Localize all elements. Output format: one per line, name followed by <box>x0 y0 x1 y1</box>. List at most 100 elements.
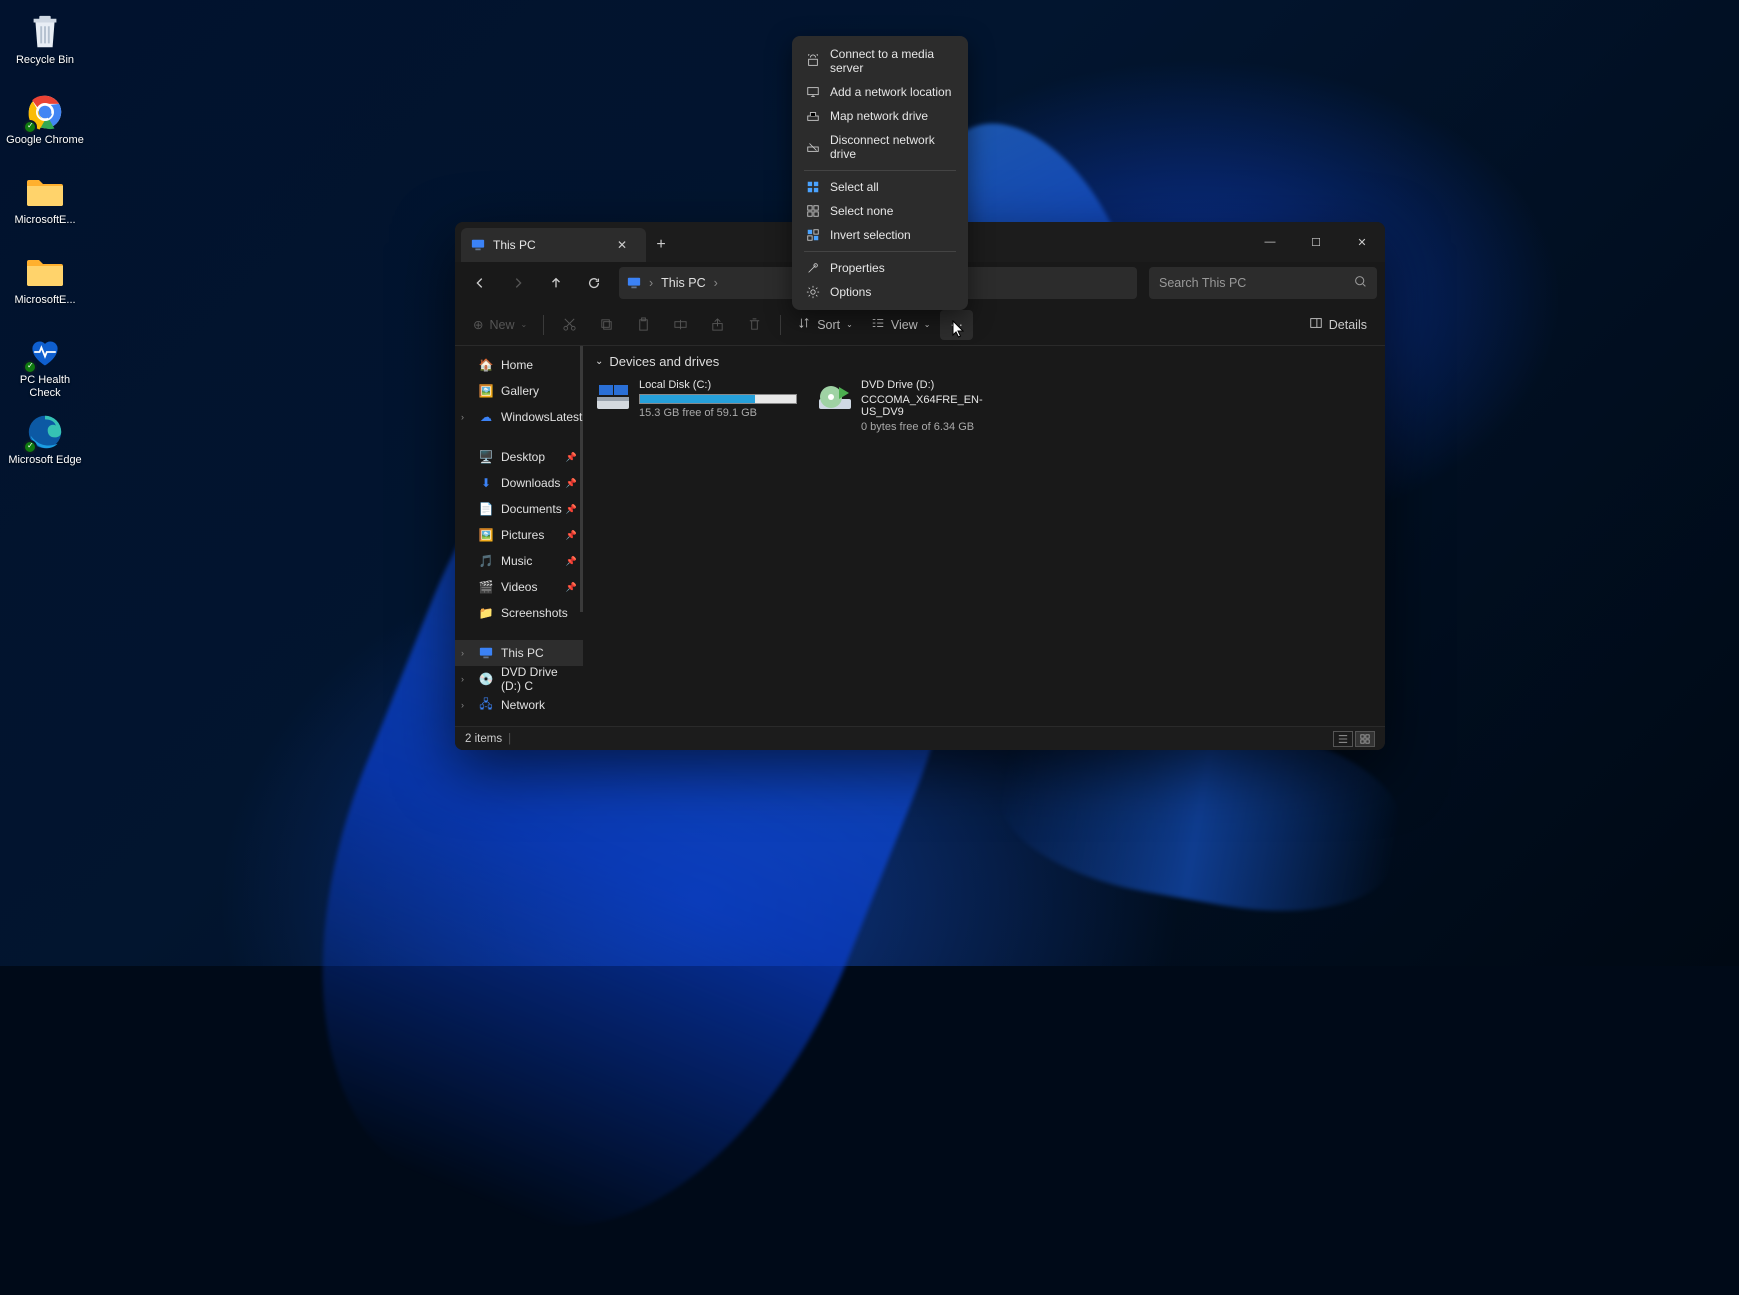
more-options-menu: Connect to a media server Add a network … <box>792 36 968 310</box>
cut-button[interactable] <box>552 310 587 340</box>
desktop-icon-folder-1[interactable]: MicrosoftE... <box>0 168 90 248</box>
sidebar-item-music[interactable]: 🎵 Music 📌 <box>455 548 583 574</box>
refresh-button[interactable] <box>577 267 611 299</box>
menu-connect-media-server[interactable]: Connect to a media server <box>796 42 964 80</box>
copy-button[interactable] <box>589 310 624 340</box>
chevron-down-icon: ⌄ <box>846 320 853 329</box>
up-button[interactable] <box>539 267 573 299</box>
heart-icon <box>25 332 65 372</box>
desktop-icon-chrome[interactable]: Google Chrome <box>0 88 90 168</box>
chevron-down-icon: ⌄ <box>521 320 528 329</box>
drive-dvd-d[interactable]: DVD Drive (D:) CCCOMA_X64FRE_EN-US_DV9 0… <box>817 379 1017 433</box>
drive-local-disk-c[interactable]: Local Disk (C:) 15.3 GB free of 59.1 GB <box>595 379 795 433</box>
paste-button[interactable] <box>626 310 661 340</box>
chevron-down-icon: ⌄ <box>595 356 603 367</box>
sidebar-item-videos[interactable]: 🎬 Videos 📌 <box>455 574 583 600</box>
view-tiles-toggle[interactable] <box>1355 731 1375 747</box>
drive-name: DVD Drive (D:) <box>861 379 1017 391</box>
sidebar-item-dvd[interactable]: › 💿 DVD Drive (D:) C <box>455 666 583 692</box>
desktop-icon-label: PC Health Check <box>6 374 84 400</box>
separator <box>780 315 781 335</box>
desktop-icon-folder-2[interactable]: MicrosoftE... <box>0 248 90 328</box>
delete-button[interactable] <box>737 310 772 340</box>
breadcrumb-location[interactable]: This PC <box>661 276 705 290</box>
media-server-icon <box>806 54 820 68</box>
gallery-icon: 🖼️ <box>479 384 493 398</box>
sort-button[interactable]: Sort ⌄ <box>789 310 861 340</box>
map-drive-icon <box>806 109 820 123</box>
menu-options[interactable]: Options <box>796 280 964 304</box>
pin-icon: 📌 <box>566 478 577 489</box>
content-pane[interactable]: ⌄ Devices and drives Local Disk (C:) 15.… <box>583 346 1385 726</box>
toolbar: ⊕ New ⌄ Sort ⌄ <box>455 304 1385 346</box>
pictures-icon: 🖼️ <box>479 528 493 542</box>
sidebar-item-pictures[interactable]: 🖼️ Pictures 📌 <box>455 522 583 548</box>
close-button[interactable]: ✕ <box>1339 222 1385 262</box>
group-header-devices[interactable]: ⌄ Devices and drives <box>595 354 1373 369</box>
view-button[interactable]: View ⌄ <box>863 310 939 340</box>
more-button[interactable]: ⋯ <box>940 310 973 340</box>
menu-disconnect-network-drive[interactable]: Disconnect network drive <box>796 128 964 166</box>
sidebar-item-windowslatest[interactable]: › ☁ WindowsLatest <box>455 404 583 430</box>
desktop-icon-label: MicrosoftE... <box>14 214 75 227</box>
options-icon <box>806 285 820 299</box>
sidebar: 🏠 Home 🖼️ Gallery › ☁ WindowsLatest 🖥️ D… <box>455 346 583 726</box>
details-pane-icon <box>1309 316 1323 333</box>
pc-icon <box>479 646 493 660</box>
cloud-icon: ☁ <box>479 410 493 424</box>
chevron-right-icon[interactable]: › <box>461 700 464 710</box>
sidebar-item-gallery[interactable]: 🖼️ Gallery <box>455 378 583 404</box>
share-button[interactable] <box>700 310 735 340</box>
chrome-icon <box>25 92 65 132</box>
pc-icon <box>471 238 485 252</box>
sidebar-item-home[interactable]: 🏠 Home <box>455 352 583 378</box>
disconnect-drive-icon <box>806 140 820 154</box>
view-icon <box>871 316 885 333</box>
menu-properties[interactable]: Properties <box>796 256 964 280</box>
status-item-count: 2 items <box>465 733 502 745</box>
menu-add-network-location[interactable]: Add a network location <box>796 80 964 104</box>
desktop-icon-edge[interactable]: Microsoft Edge <box>0 408 90 488</box>
menu-separator <box>804 170 956 171</box>
new-tab-button[interactable]: + <box>646 228 676 262</box>
chevron-right-icon[interactable]: › <box>461 648 464 658</box>
menu-select-all[interactable]: Select all <box>796 175 964 199</box>
forward-button[interactable] <box>501 267 535 299</box>
menu-invert-selection[interactable]: Invert selection <box>796 223 964 247</box>
desktop-icon-label: MicrosoftE... <box>14 294 75 307</box>
recycle-bin-icon <box>25 12 65 52</box>
shortcut-badge <box>23 360 37 374</box>
chevron-right-icon[interactable]: › <box>461 674 464 684</box>
tab-close-button[interactable]: ✕ <box>612 236 632 254</box>
edge-icon <box>25 412 65 452</box>
minimize-button[interactable]: — <box>1247 222 1293 262</box>
videos-icon: 🎬 <box>479 580 493 594</box>
rename-button[interactable] <box>663 310 698 340</box>
sidebar-item-downloads[interactable]: ⬇ Downloads 📌 <box>455 470 583 496</box>
maximize-button[interactable]: ☐ <box>1293 222 1339 262</box>
view-details-toggle[interactable] <box>1333 731 1353 747</box>
status-bar: 2 items | <box>455 726 1385 750</box>
network-location-icon <box>806 85 820 99</box>
drive-free-text: 0 bytes free of 6.34 GB <box>861 421 1017 433</box>
desktop-icon-pc-health[interactable]: PC Health Check <box>0 328 90 408</box>
sidebar-item-documents[interactable]: 📄 Documents 📌 <box>455 496 583 522</box>
menu-map-network-drive[interactable]: Map network drive <box>796 104 964 128</box>
details-button[interactable]: Details <box>1301 310 1375 340</box>
tab-this-pc[interactable]: This PC ✕ <box>461 228 646 262</box>
sidebar-item-desktop[interactable]: 🖥️ Desktop 📌 <box>455 444 583 470</box>
new-button[interactable]: ⊕ New ⌄ <box>465 310 535 340</box>
drive-icon <box>595 379 631 415</box>
sidebar-item-this-pc[interactable]: › This PC <box>455 640 583 666</box>
back-button[interactable] <box>463 267 497 299</box>
chevron-right-icon[interactable]: › <box>461 412 464 422</box>
downloads-icon: ⬇ <box>479 476 493 490</box>
menu-select-none[interactable]: Select none <box>796 199 964 223</box>
desktop-icon-recycle-bin[interactable]: Recycle Bin <box>0 8 90 88</box>
shortcut-badge <box>23 120 37 134</box>
desktop-folder-icon: 🖥️ <box>479 450 493 464</box>
sidebar-item-screenshots[interactable]: 📁 Screenshots <box>455 600 583 626</box>
search-input[interactable]: Search This PC <box>1149 267 1377 299</box>
sidebar-item-network[interactable]: › 🖧 Network <box>455 692 583 718</box>
folder-icon <box>25 172 65 212</box>
